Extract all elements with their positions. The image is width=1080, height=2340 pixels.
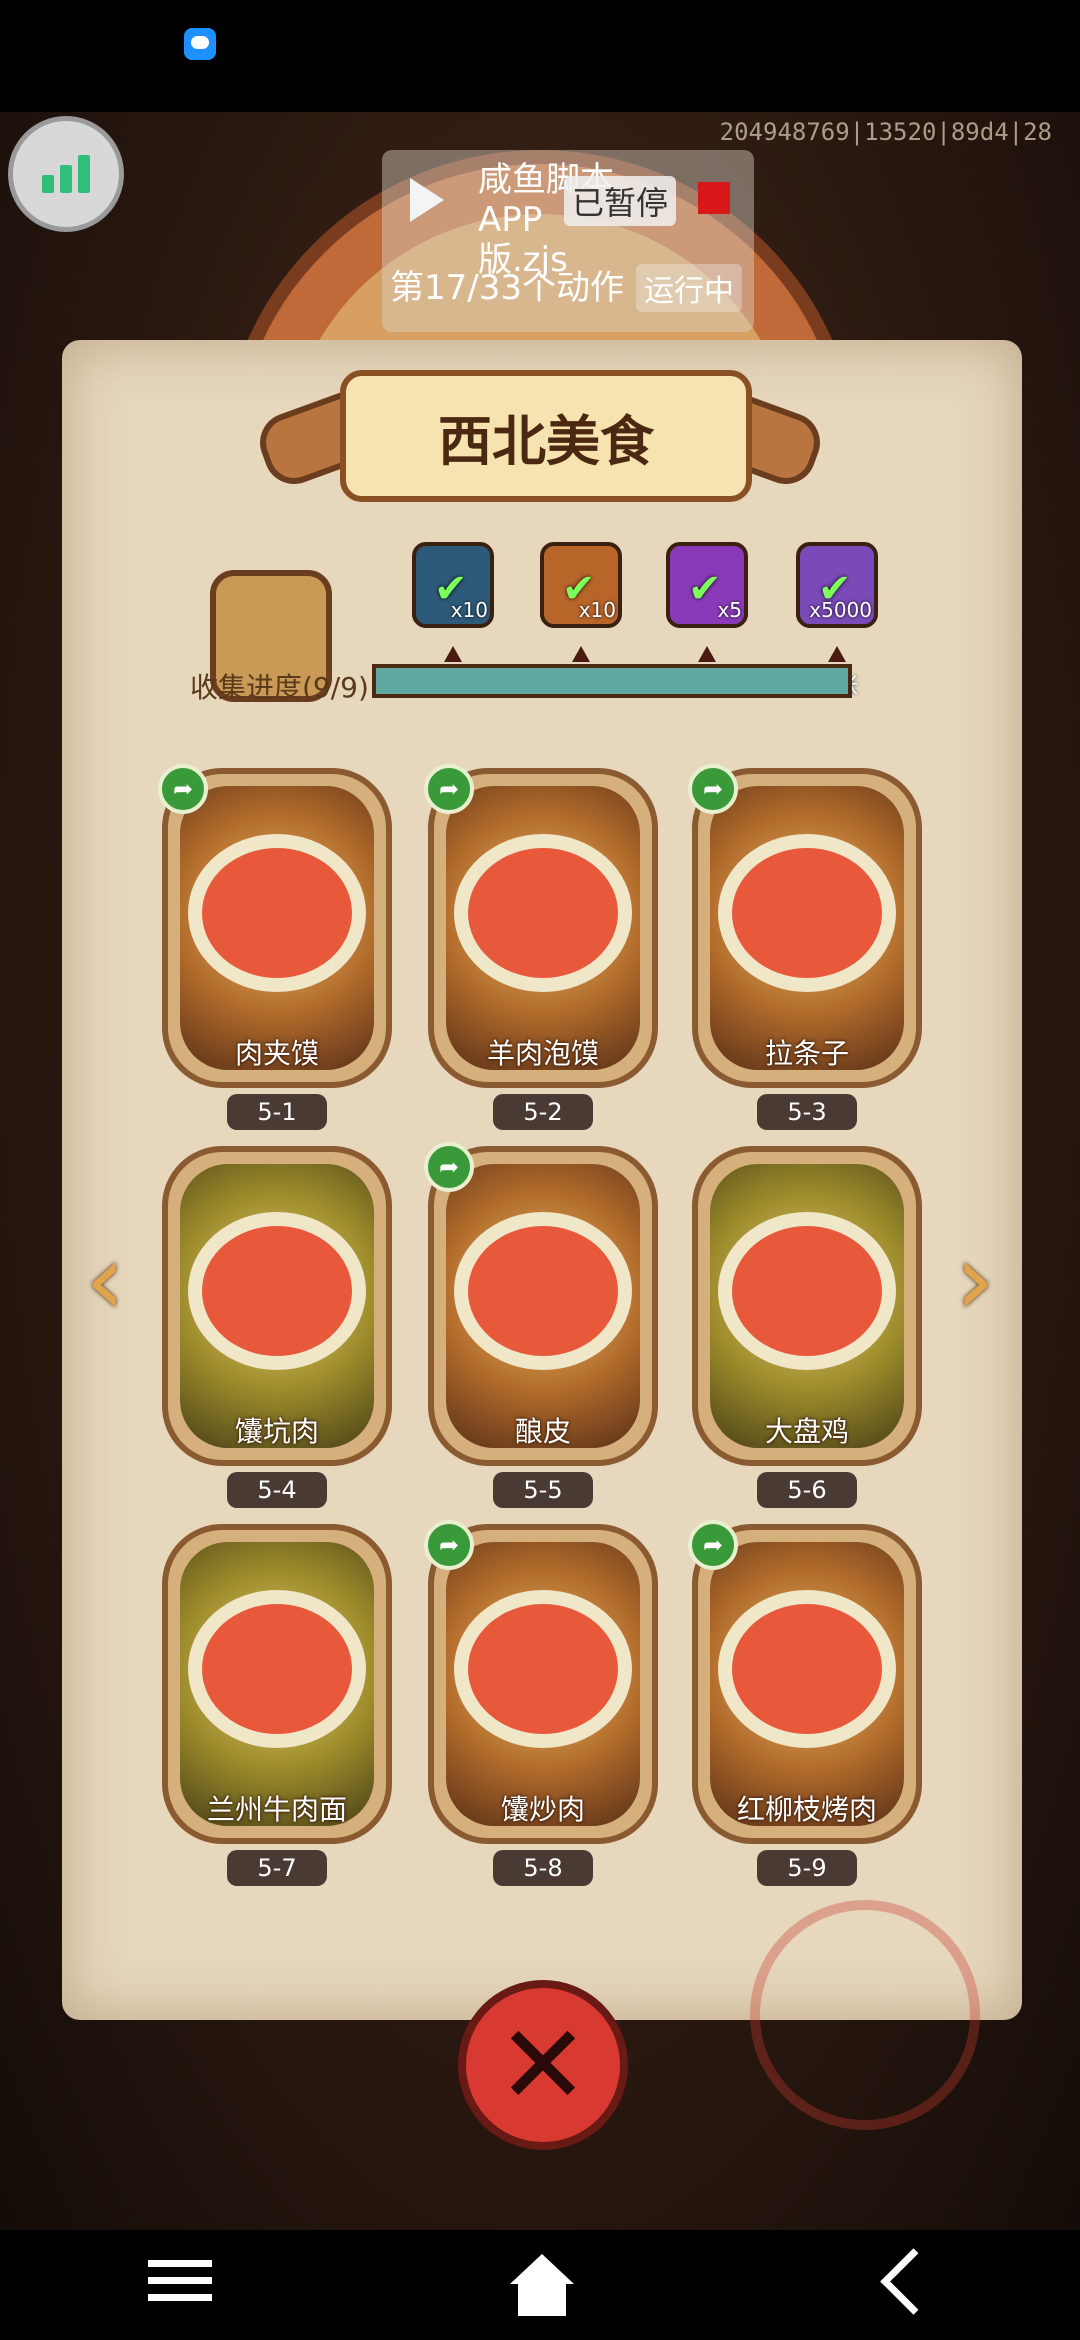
- food-level-badge: 5-9: [757, 1850, 857, 1886]
- reward-quantity: x10: [578, 598, 616, 622]
- dish-illustration: [732, 1604, 882, 1734]
- dish-illustration: [202, 848, 352, 978]
- floating-stats-button[interactable]: [8, 116, 124, 232]
- food-name: 红柳枝烤肉: [736, 1793, 877, 1826]
- food-level-badge: 5-3: [757, 1094, 857, 1130]
- milestone-marker: [828, 646, 846, 662]
- status-bar: [0, 0, 1080, 112]
- menu-icon[interactable]: [140, 2250, 220, 2320]
- dish-illustration: [732, 1226, 882, 1356]
- share-icon[interactable]: ➦: [688, 764, 738, 814]
- share-icon[interactable]: ➦: [424, 764, 474, 814]
- stop-icon[interactable]: [698, 182, 730, 214]
- food-name: 拉条子: [764, 1037, 849, 1070]
- food-card[interactable]: 红柳枝烤肉 ➦ 5-9: [688, 1520, 922, 1886]
- message-icon: [184, 28, 216, 60]
- milestone-marker: [444, 646, 462, 662]
- script-step: 第17/33个动作: [390, 268, 624, 308]
- home-icon[interactable]: [500, 2250, 580, 2320]
- close-button[interactable]: ✕: [458, 1980, 628, 2150]
- page-title: 西北美食: [438, 409, 654, 473]
- milestone-marker: [572, 646, 590, 662]
- play-icon[interactable]: [410, 178, 444, 222]
- reward-slot[interactable]: ✔ x5: [666, 542, 748, 628]
- food-level-badge: 5-8: [493, 1850, 593, 1886]
- food-name: 兰州牛肉面: [206, 1793, 347, 1826]
- reward-quantity: x5: [717, 598, 742, 622]
- food-card[interactable]: 馕炒肉 ➦ 5-8: [424, 1520, 658, 1886]
- paused-badge: 已暂停: [564, 176, 677, 226]
- reward-quantity: x5000: [809, 598, 872, 622]
- dish-illustration: [732, 848, 882, 978]
- reward-slot[interactable]: ✔ x5000: [796, 542, 878, 628]
- food-name: 馕炒肉: [500, 1793, 585, 1826]
- dish-illustration: [468, 848, 618, 978]
- dish-illustration: [468, 1226, 618, 1356]
- food-level-badge: 5-7: [227, 1850, 327, 1886]
- navigation-bar: [0, 2230, 1080, 2340]
- next-page-arrow-icon[interactable]: ›: [940, 1220, 1010, 1340]
- collection-progress-label: 收集进度(9/9): [190, 671, 369, 704]
- milestone-marker: [698, 646, 716, 662]
- share-icon[interactable]: ➦: [424, 1520, 474, 1570]
- title-ribbon: 西北美食: [340, 370, 752, 502]
- collection-progress-bar: [372, 664, 852, 698]
- script-control-panel: 咸鱼脚本APP版.zjs 已暂停 第17/33个动作 运行中: [382, 150, 754, 332]
- bar-chart-icon: [42, 155, 90, 193]
- food-level-badge: 5-2: [493, 1094, 593, 1130]
- running-badge: 运行中: [636, 264, 742, 312]
- food-name: 酿皮: [514, 1415, 571, 1448]
- title-banner: 西北美食: [251, 360, 829, 510]
- food-name: 馕坑肉: [234, 1415, 319, 1448]
- reward-quantity: x10: [450, 598, 488, 622]
- food-name: 肉夹馍: [234, 1037, 319, 1070]
- food-level-badge: 5-6: [757, 1472, 857, 1508]
- food-level-badge: 5-1: [227, 1094, 327, 1130]
- reward-slot[interactable]: ✔ x10: [540, 542, 622, 628]
- share-icon[interactable]: ➦: [158, 764, 208, 814]
- food-level-badge: 5-4: [227, 1472, 327, 1508]
- food-level-badge: 5-5: [493, 1472, 593, 1508]
- food-name: 羊肉泡馍: [486, 1037, 599, 1070]
- debug-info: 204948769|13520|89d4|28: [719, 118, 1052, 146]
- food-card[interactable]: 馕坑肉 5-4: [162, 1146, 392, 1508]
- food-card[interactable]: 肉夹馍 ➦ 5-1: [158, 764, 392, 1130]
- dish-illustration: [202, 1604, 352, 1734]
- dish-illustration: [202, 1226, 352, 1356]
- food-card[interactable]: 酿皮 ➦ 5-5: [424, 1142, 658, 1508]
- prev-page-arrow-icon[interactable]: ‹: [70, 1220, 140, 1340]
- food-card[interactable]: 羊肉泡馍 ➦ 5-2: [424, 764, 658, 1130]
- food-card[interactable]: 大盘鸡 5-6: [692, 1146, 922, 1508]
- stamp-seal: [750, 1900, 980, 2130]
- food-card[interactable]: 兰州牛肉面 5-7: [162, 1524, 392, 1886]
- food-name: 大盘鸡: [764, 1415, 849, 1448]
- close-icon: ✕: [496, 2001, 590, 2129]
- reward-slot[interactable]: ✔ x10: [412, 542, 494, 628]
- dish-illustration: [468, 1604, 618, 1734]
- share-icon[interactable]: ➦: [424, 1142, 474, 1192]
- food-card[interactable]: 拉条子 ➦ 5-3: [688, 764, 922, 1130]
- share-icon[interactable]: ➦: [688, 1520, 738, 1570]
- back-icon[interactable]: [870, 2248, 950, 2320]
